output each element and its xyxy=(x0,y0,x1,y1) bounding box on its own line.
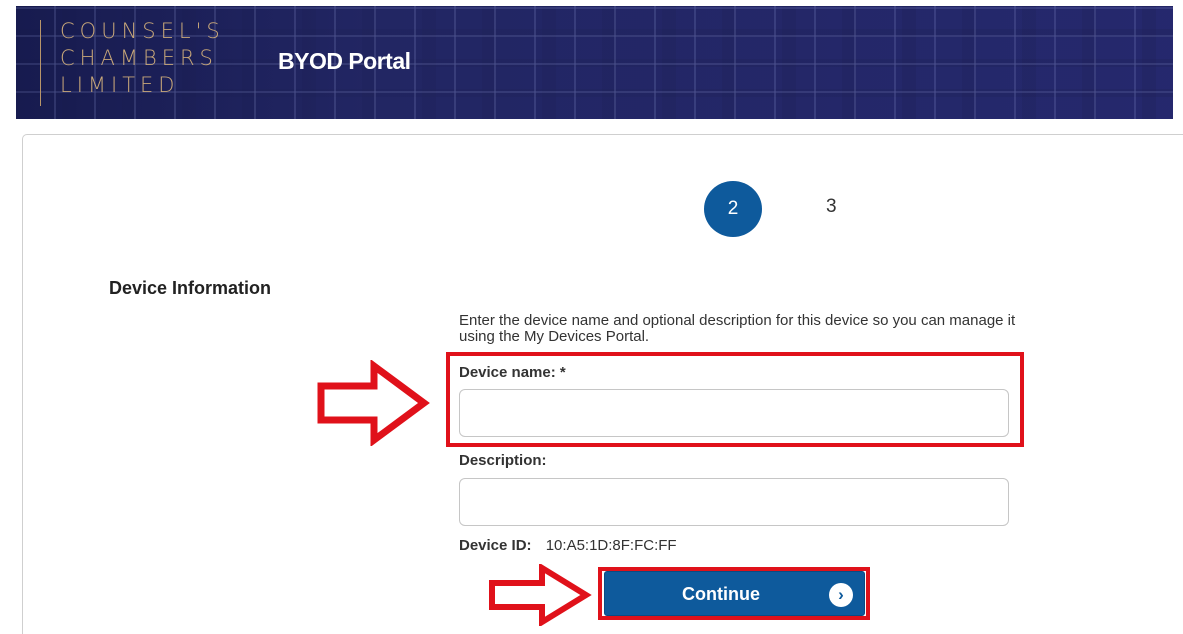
annotation-highlight-device-name xyxy=(446,352,1024,447)
company-logo: COUNSEL'S CHAMBERS LIMITED xyxy=(60,18,225,99)
portal-title: BYOD Portal xyxy=(278,48,411,74)
step-next[interactable]: 3 xyxy=(826,196,837,218)
intro-text: Enter the device name and optional descr… xyxy=(459,312,1016,345)
section-heading: Device Information xyxy=(109,278,272,298)
page: COUNSEL'S CHAMBERS LIMITED BYOD Portal 2… xyxy=(0,0,1183,634)
logo-line-3: LIMITED xyxy=(60,73,180,97)
step-current: 2 xyxy=(704,181,762,237)
annotation-highlight-continue xyxy=(598,567,870,620)
header-banner: COUNSEL'S CHAMBERS LIMITED BYOD Portal xyxy=(16,6,1173,119)
arrow-right-icon xyxy=(317,360,430,446)
device-id-value: 10:A5:1D:8F:FC:FF xyxy=(545,537,677,554)
description-input[interactable] xyxy=(459,478,1009,526)
arrow-right-icon xyxy=(489,564,592,626)
device-id: Device ID: 10:A5:1D:8F:FC:FF xyxy=(459,537,677,554)
logo-line-1: COUNSEL'S xyxy=(60,19,225,43)
logo-divider xyxy=(40,20,41,106)
device-id-label: Device ID: xyxy=(459,537,532,554)
logo-line-2: CHAMBERS xyxy=(60,46,218,70)
description-label: Description: xyxy=(459,452,547,469)
